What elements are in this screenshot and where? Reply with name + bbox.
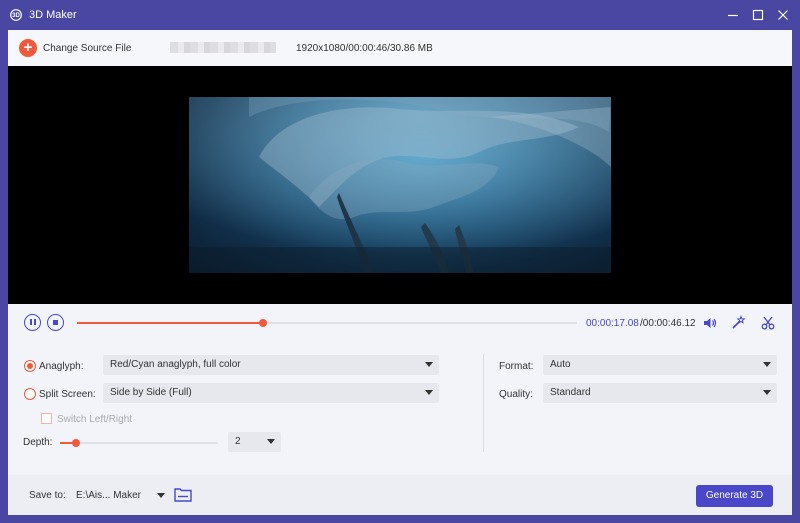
chevron-down-icon [425, 362, 433, 367]
chevron-down-icon [267, 439, 275, 444]
scissors-icon[interactable] [760, 315, 776, 331]
quality-select[interactable]: Standard [543, 383, 777, 403]
open-folder-icon[interactable] [174, 487, 192, 502]
switch-left-right-label: Switch Left/Right [57, 414, 133, 425]
anaglyph-radio[interactable] [24, 360, 36, 372]
volume-icon[interactable] [702, 315, 718, 331]
progress-knob[interactable] [259, 319, 267, 327]
depth-slider-knob[interactable] [71, 439, 80, 447]
progress-track[interactable] [77, 319, 577, 327]
format-select[interactable]: Auto [543, 355, 777, 375]
chevron-down-icon [763, 362, 771, 367]
format-select-value: Auto [550, 359, 571, 370]
underwater-scene-image [189, 97, 611, 273]
video-preview [8, 66, 792, 304]
window-title: 3D Maker [29, 9, 77, 21]
playback-controls: 00:00:17.08 /00:00:46.12 [8, 304, 792, 342]
pause-icon [29, 319, 36, 325]
add-source-icon[interactable]: + [19, 39, 37, 57]
depth-label: Depth: [23, 437, 53, 448]
format-label: Format: [499, 361, 534, 372]
stop-button[interactable] [47, 314, 64, 331]
anaglyph-label: Anaglyph: [39, 361, 84, 372]
title-bar: 3D 3D Maker [0, 0, 800, 30]
current-time: 00:00:17.08 [586, 318, 639, 329]
save-path-select[interactable]: E:\Ais... Maker [76, 490, 141, 501]
depth-select-value: 2 [235, 436, 241, 447]
source-file-bar: + Change Source File 1920x1080/00:00:46/… [8, 30, 792, 66]
split-screen-select-value: Side by Side (Full) [110, 387, 192, 398]
chevron-down-icon [425, 390, 433, 395]
anaglyph-select[interactable]: Red/Cyan anaglyph, full color [103, 355, 439, 375]
anaglyph-select-value: Red/Cyan anaglyph, full color [110, 359, 241, 370]
main-content: + Change Source File 1920x1080/00:00:46/… [8, 30, 792, 515]
progress-fill [77, 322, 263, 324]
stop-icon [52, 319, 58, 325]
split-screen-select[interactable]: Side by Side (Full) [103, 383, 439, 403]
vertical-divider [483, 354, 484, 452]
file-info: 1920x1080/00:00:46/30.86 MB [296, 43, 433, 54]
quality-label: Quality: [499, 389, 533, 400]
depth-select[interactable]: 2 [228, 432, 281, 452]
blurred-filename [170, 42, 276, 53]
total-time: /00:00:46.12 [640, 318, 696, 329]
generate-3d-button[interactable]: Generate 3D [696, 485, 773, 507]
svg-text:3D: 3D [12, 13, 20, 19]
depth-slider[interactable] [60, 439, 218, 447]
magic-wand-icon[interactable] [730, 315, 746, 331]
split-screen-radio[interactable] [24, 388, 36, 400]
switch-left-right-checkbox[interactable] [41, 413, 52, 424]
change-source-file-button[interactable]: Change Source File [43, 43, 131, 54]
footer-bar: Save to: E:\Ais... Maker Generate 3D [8, 475, 792, 515]
3d-maker-logo-icon: 3D [10, 9, 22, 21]
close-icon[interactable] [776, 8, 790, 22]
save-to-label: Save to: [29, 490, 66, 501]
pause-button[interactable] [24, 314, 41, 331]
maximize-icon[interactable] [751, 8, 765, 22]
minimize-icon[interactable] [726, 8, 740, 22]
settings-panel: Anaglyph: Red/Cyan anaglyph, full color … [8, 342, 792, 474]
split-screen-label: Split Screen: [39, 389, 96, 400]
chevron-down-icon [763, 390, 771, 395]
chevron-down-icon[interactable] [157, 493, 165, 498]
video-frame [189, 97, 611, 273]
quality-select-value: Standard [550, 387, 591, 398]
